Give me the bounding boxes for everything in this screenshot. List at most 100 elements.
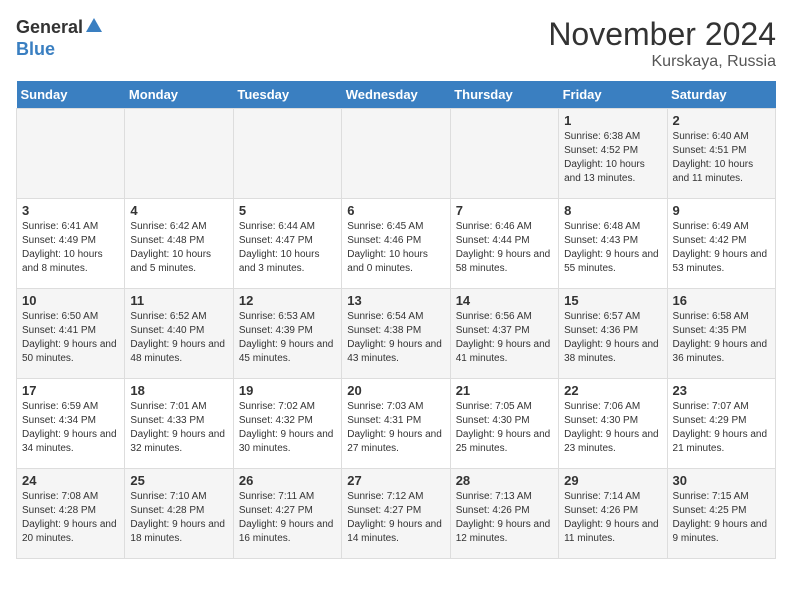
header-cell-tuesday: Tuesday bbox=[233, 81, 341, 109]
day-info: Sunrise: 6:58 AM Sunset: 4:35 PM Dayligh… bbox=[673, 310, 770, 366]
day-info: Sunrise: 7:02 AM Sunset: 4:32 PM Dayligh… bbox=[239, 400, 336, 456]
day-cell: 1Sunrise: 6:38 AM Sunset: 4:52 PM Daylig… bbox=[559, 109, 667, 199]
day-cell: 9Sunrise: 6:49 AM Sunset: 4:42 PM Daylig… bbox=[667, 199, 775, 289]
calendar-body: 1Sunrise: 6:38 AM Sunset: 4:52 PM Daylig… bbox=[17, 109, 776, 559]
calendar-table: SundayMondayTuesdayWednesdayThursdayFrid… bbox=[16, 81, 776, 559]
day-number: 18 bbox=[130, 383, 227, 398]
day-info: Sunrise: 6:49 AM Sunset: 4:42 PM Dayligh… bbox=[673, 220, 770, 276]
day-number: 7 bbox=[456, 203, 553, 218]
day-number: 22 bbox=[564, 383, 661, 398]
day-number: 1 bbox=[564, 113, 661, 128]
month-title: November 2024 bbox=[548, 16, 776, 53]
day-cell bbox=[450, 109, 558, 199]
day-info: Sunrise: 7:08 AM Sunset: 4:28 PM Dayligh… bbox=[22, 490, 119, 546]
day-info: Sunrise: 7:13 AM Sunset: 4:26 PM Dayligh… bbox=[456, 490, 553, 546]
week-row-2: 3Sunrise: 6:41 AM Sunset: 4:49 PM Daylig… bbox=[17, 199, 776, 289]
title-area: November 2024 Kurskaya, Russia bbox=[548, 16, 776, 71]
day-number: 3 bbox=[22, 203, 119, 218]
day-info: Sunrise: 6:50 AM Sunset: 4:41 PM Dayligh… bbox=[22, 310, 119, 366]
calendar-header-row: SundayMondayTuesdayWednesdayThursdayFrid… bbox=[17, 81, 776, 109]
day-number: 16 bbox=[673, 293, 770, 308]
day-info: Sunrise: 6:48 AM Sunset: 4:43 PM Dayligh… bbox=[564, 220, 661, 276]
day-number: 21 bbox=[456, 383, 553, 398]
day-cell bbox=[233, 109, 341, 199]
day-number: 24 bbox=[22, 473, 119, 488]
day-info: Sunrise: 7:05 AM Sunset: 4:30 PM Dayligh… bbox=[456, 400, 553, 456]
day-cell: 28 Sunrise: 7:13 AM Sunset: 4:26 PM Dayli… bbox=[450, 469, 558, 559]
day-number: 11 bbox=[130, 293, 227, 308]
day-info: Sunrise: 6:53 AM Sunset: 4:39 PM Dayligh… bbox=[239, 310, 336, 366]
day-info: Sunrise: 6:56 AM Sunset: 4:37 PM Dayligh… bbox=[456, 310, 553, 366]
day-info: Sunrise: 7:06 AM Sunset: 4:30 PM Dayligh… bbox=[564, 400, 661, 456]
day-cell: 12 Sunrise: 6:53 AM Sunset: 4:39 PM Dayli… bbox=[233, 289, 341, 379]
day-info: Sunrise: 6:57 AM Sunset: 4:36 PM Dayligh… bbox=[564, 310, 661, 366]
day-number: 12 bbox=[239, 293, 336, 308]
day-number: 8 bbox=[564, 203, 661, 218]
logo-blue: Blue bbox=[16, 39, 55, 60]
day-cell: 25 Sunrise: 7:10 AM Sunset: 4:28 PM Dayli… bbox=[125, 469, 233, 559]
week-row-1: 1Sunrise: 6:38 AM Sunset: 4:52 PM Daylig… bbox=[17, 109, 776, 199]
day-number: 26 bbox=[239, 473, 336, 488]
day-cell: 20 Sunrise: 7:03 AM Sunset: 4:31 PM Dayli… bbox=[342, 379, 450, 469]
header-cell-wednesday: Wednesday bbox=[342, 81, 450, 109]
day-cell: 11 Sunrise: 6:52 AM Sunset: 4:40 PM Dayli… bbox=[125, 289, 233, 379]
day-cell: 8 Sunrise: 6:48 AM Sunset: 4:43 PM Daylig… bbox=[559, 199, 667, 289]
header: General Blue November 2024 Kurskaya, Rus… bbox=[16, 16, 776, 71]
day-cell: 5 Sunrise: 6:44 AM Sunset: 4:47 PM Daylig… bbox=[233, 199, 341, 289]
week-row-4: 17 Sunrise: 6:59 AM Sunset: 4:34 PM Dayli… bbox=[17, 379, 776, 469]
day-info: Sunrise: 7:01 AM Sunset: 4:33 PM Dayligh… bbox=[130, 400, 227, 456]
day-cell: 24 Sunrise: 7:08 AM Sunset: 4:28 PM Dayli… bbox=[17, 469, 125, 559]
logo: General Blue bbox=[16, 16, 103, 60]
header-cell-saturday: Saturday bbox=[667, 81, 775, 109]
day-number: 5 bbox=[239, 203, 336, 218]
day-info: Sunrise: 6:59 AM Sunset: 4:34 PM Dayligh… bbox=[22, 400, 119, 456]
day-info: Sunrise: 7:03 AM Sunset: 4:31 PM Dayligh… bbox=[347, 400, 444, 456]
day-cell: 29Sunrise: 7:14 AM Sunset: 4:26 PM Dayli… bbox=[559, 469, 667, 559]
day-cell: 14 Sunrise: 6:56 AM Sunset: 4:37 PM Dayli… bbox=[450, 289, 558, 379]
day-number: 20 bbox=[347, 383, 444, 398]
day-cell: 3Sunrise: 6:41 AM Sunset: 4:49 PM Daylig… bbox=[17, 199, 125, 289]
day-cell: 30 Sunrise: 7:15 AM Sunset: 4:25 PM Dayli… bbox=[667, 469, 775, 559]
day-cell: 4Sunrise: 6:42 AM Sunset: 4:48 PM Daylig… bbox=[125, 199, 233, 289]
day-info: Sunrise: 6:52 AM Sunset: 4:40 PM Dayligh… bbox=[130, 310, 227, 366]
day-number: 28 bbox=[456, 473, 553, 488]
day-info: Sunrise: 7:15 AM Sunset: 4:25 PM Dayligh… bbox=[673, 490, 770, 546]
day-cell bbox=[342, 109, 450, 199]
week-row-5: 24 Sunrise: 7:08 AM Sunset: 4:28 PM Dayli… bbox=[17, 469, 776, 559]
day-info: Sunrise: 7:11 AM Sunset: 4:27 PM Dayligh… bbox=[239, 490, 336, 546]
day-cell: 23Sunrise: 7:07 AM Sunset: 4:29 PM Dayli… bbox=[667, 379, 775, 469]
day-cell: 10 Sunrise: 6:50 AM Sunset: 4:41 PM Dayli… bbox=[17, 289, 125, 379]
location-title: Kurskaya, Russia bbox=[548, 53, 776, 71]
day-number: 23 bbox=[673, 383, 770, 398]
day-number: 17 bbox=[22, 383, 119, 398]
day-cell: 27Sunrise: 7:12 AM Sunset: 4:27 PM Dayli… bbox=[342, 469, 450, 559]
week-row-3: 10 Sunrise: 6:50 AM Sunset: 4:41 PM Dayli… bbox=[17, 289, 776, 379]
day-number: 19 bbox=[239, 383, 336, 398]
day-info: Sunrise: 6:54 AM Sunset: 4:38 PM Dayligh… bbox=[347, 310, 444, 366]
day-info: Sunrise: 6:40 AM Sunset: 4:51 PM Dayligh… bbox=[673, 130, 770, 186]
day-number: 14 bbox=[456, 293, 553, 308]
day-info: Sunrise: 6:45 AM Sunset: 4:46 PM Dayligh… bbox=[347, 220, 444, 276]
day-cell bbox=[17, 109, 125, 199]
day-cell: 18 Sunrise: 7:01 AM Sunset: 4:33 PM Dayli… bbox=[125, 379, 233, 469]
day-cell: 21 Sunrise: 7:05 AM Sunset: 4:30 PM Dayli… bbox=[450, 379, 558, 469]
day-cell bbox=[125, 109, 233, 199]
day-info: Sunrise: 6:44 AM Sunset: 4:47 PM Dayligh… bbox=[239, 220, 336, 276]
day-info: Sunrise: 6:42 AM Sunset: 4:48 PM Dayligh… bbox=[130, 220, 227, 276]
day-number: 27 bbox=[347, 473, 444, 488]
day-cell: 15 Sunrise: 6:57 AM Sunset: 4:36 PM Dayli… bbox=[559, 289, 667, 379]
logo-general: General bbox=[16, 17, 83, 38]
day-cell: 26 Sunrise: 7:11 AM Sunset: 4:27 PM Dayli… bbox=[233, 469, 341, 559]
day-cell: 22 Sunrise: 7:06 AM Sunset: 4:30 PM Dayli… bbox=[559, 379, 667, 469]
day-number: 15 bbox=[564, 293, 661, 308]
header-cell-friday: Friday bbox=[559, 81, 667, 109]
header-cell-sunday: Sunday bbox=[17, 81, 125, 109]
day-number: 10 bbox=[22, 293, 119, 308]
logo-triangle-icon bbox=[85, 16, 103, 34]
day-info: Sunrise: 7:10 AM Sunset: 4:28 PM Dayligh… bbox=[130, 490, 227, 546]
day-number: 6 bbox=[347, 203, 444, 218]
day-number: 25 bbox=[130, 473, 227, 488]
day-number: 30 bbox=[673, 473, 770, 488]
header-cell-thursday: Thursday bbox=[450, 81, 558, 109]
day-info: Sunrise: 7:14 AM Sunset: 4:26 PM Dayligh… bbox=[564, 490, 661, 546]
